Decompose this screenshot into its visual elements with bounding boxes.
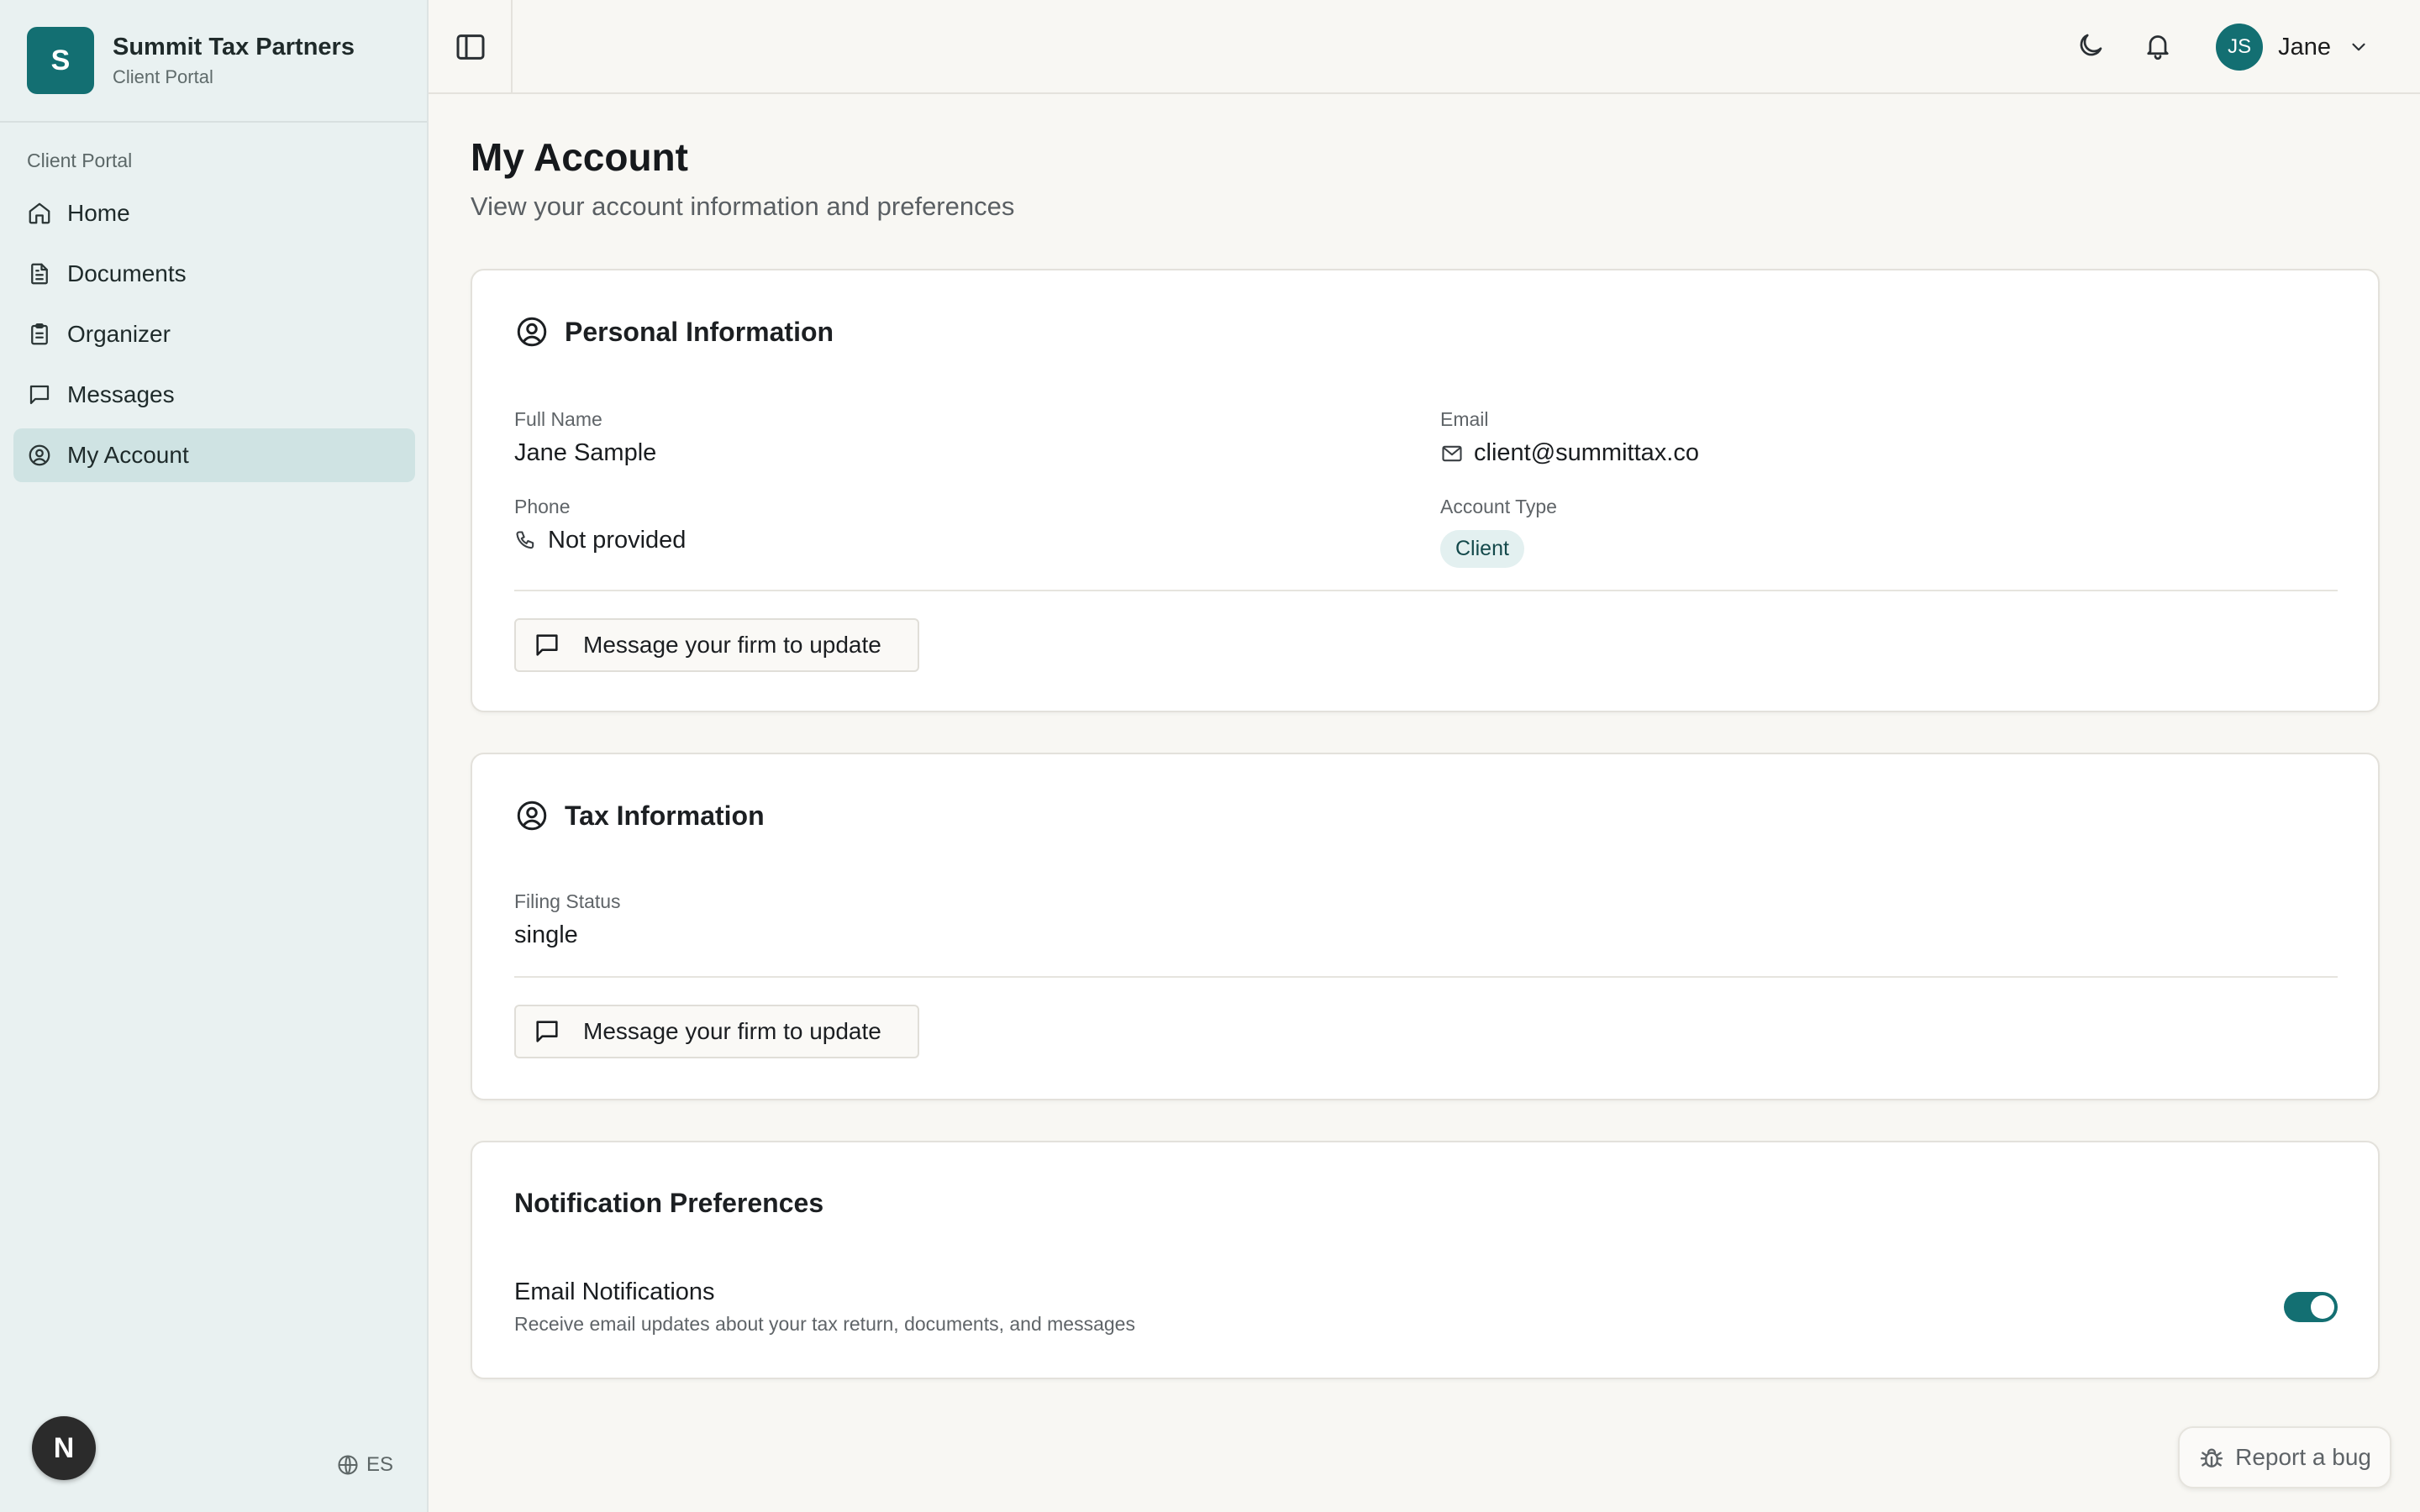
user-menu[interactable]: JS Jane	[2216, 24, 2370, 71]
user-circle-icon	[517, 317, 547, 347]
dev-badge[interactable]: N	[32, 1416, 96, 1480]
sidebar-item-label: Organizer	[67, 321, 171, 347]
email-notifications-setting: Email Notifications Receive email update…	[514, 1278, 1135, 1336]
clipboard-icon	[31, 323, 48, 345]
card-title: Personal Information	[514, 314, 834, 349]
message-icon	[536, 634, 558, 656]
toggle-knob	[2311, 1295, 2334, 1319]
nav-section-label: Client Portal	[27, 150, 133, 171]
bug-icon	[2200, 1448, 2223, 1467]
home-icon	[29, 202, 50, 224]
sidebar-item-label: Messages	[67, 381, 175, 407]
message-icon	[536, 1021, 558, 1042]
sidebar-nav: Home Documents Organizer Messages My Acc…	[13, 186, 415, 489]
card-title-text: Notification Preferences	[514, 1188, 824, 1218]
sidebar: S Summit Tax Partners Client Portal Clie…	[0, 0, 429, 1512]
email-value: client@summittax.co	[1474, 439, 1699, 466]
globe-icon	[338, 1455, 358, 1475]
topbar: JS Jane	[429, 0, 2420, 94]
document-icon	[31, 263, 48, 285]
language-switcher[interactable]: ES	[336, 1453, 393, 1477]
brand-text: Summit Tax Partners Client Portal	[113, 34, 355, 88]
email-notifications-toggle[interactable]	[2284, 1292, 2338, 1322]
sidebar-item-home[interactable]: Home	[13, 186, 415, 240]
topbar-divider	[511, 0, 513, 92]
notification-preferences-card: Notification Preferences Email Notificat…	[471, 1141, 2380, 1379]
setting-description: Receive email updates about your tax ret…	[514, 1313, 1135, 1335]
avatar: JS	[2216, 24, 2264, 71]
account-type-badge: Client	[1440, 530, 1524, 568]
setting-label: Email Notifications	[514, 1278, 715, 1305]
page-title: My Account	[471, 135, 688, 179]
brand-header[interactable]: S Summit Tax Partners Client Portal	[0, 0, 427, 123]
field-label: Email	[1440, 408, 1489, 430]
brand-subtitle: Client Portal	[113, 66, 213, 87]
divider	[514, 590, 2338, 591]
divider	[514, 976, 2338, 978]
mail-icon	[1442, 445, 1462, 461]
sidebar-toggle-icon[interactable]	[454, 30, 487, 64]
full-name-field: Full Name Jane Sample	[514, 408, 656, 467]
sidebar-item-label: Home	[67, 200, 130, 226]
message-firm-button[interactable]: Message your firm to update	[514, 1005, 919, 1058]
field-value: client@summittax.co	[1440, 439, 1699, 467]
bell-icon[interactable]	[2143, 30, 2173, 60]
page-subtitle: View your account information and prefer…	[471, 192, 1015, 221]
card-title-text: Tax Information	[565, 800, 765, 831]
field-label: Account Type	[1440, 496, 1557, 517]
full-name-value: Jane Sample	[514, 439, 657, 466]
phone-icon	[516, 530, 534, 549]
field-value: Jane Sample	[514, 439, 656, 467]
language-label: ES	[366, 1453, 394, 1476]
sidebar-item-my-account[interactable]: My Account	[13, 428, 415, 482]
button-label: Message your firm to update	[583, 1018, 881, 1044]
message-firm-button[interactable]: Message your firm to update	[514, 618, 919, 672]
card-title-text: Personal Information	[565, 316, 834, 347]
email-field: Email client@summittax.co	[1440, 408, 1699, 467]
field-value: single	[514, 921, 621, 949]
user-circle-icon	[29, 444, 50, 466]
brand-name: Summit Tax Partners	[113, 33, 355, 60]
field-label: Phone	[514, 496, 571, 517]
field-label: Full Name	[514, 408, 602, 430]
tax-information-card: Tax Information Filing Status single Mes…	[471, 753, 2380, 1100]
sidebar-item-documents[interactable]: Documents	[13, 247, 415, 301]
sidebar-item-organizer[interactable]: Organizer	[13, 307, 415, 361]
field-label: Filing Status	[514, 890, 621, 912]
personal-information-card: Personal Information Full Name Jane Samp…	[471, 269, 2380, 712]
filing-status-field: Filing Status single	[514, 890, 621, 949]
report-bug-button[interactable]: Report a bug	[2178, 1426, 2391, 1488]
phone-field: Phone Not provided	[514, 496, 686, 554]
phone-value: Not provided	[548, 527, 687, 554]
user-name: Jane	[2278, 33, 2331, 60]
card-title: Tax Information	[514, 798, 765, 833]
account-type-field: Account Type Client	[1440, 496, 1557, 568]
filing-status-value: single	[514, 921, 578, 948]
button-label: Message your firm to update	[583, 632, 881, 658]
report-bug-label: Report a bug	[2235, 1444, 2371, 1470]
page-header: My Account View your account information…	[471, 134, 2380, 222]
user-circle-icon	[517, 801, 547, 831]
chevron-down-icon	[2352, 43, 2365, 51]
sidebar-item-messages[interactable]: Messages	[13, 368, 415, 422]
sidebar-item-label: My Account	[67, 442, 189, 468]
message-icon	[29, 385, 50, 405]
brand-logo: S	[27, 27, 94, 94]
card-title: Notification Preferences	[514, 1188, 823, 1219]
field-value: Not provided	[514, 527, 686, 554]
sidebar-item-label: Documents	[67, 260, 187, 286]
moon-icon[interactable]	[2075, 30, 2106, 60]
